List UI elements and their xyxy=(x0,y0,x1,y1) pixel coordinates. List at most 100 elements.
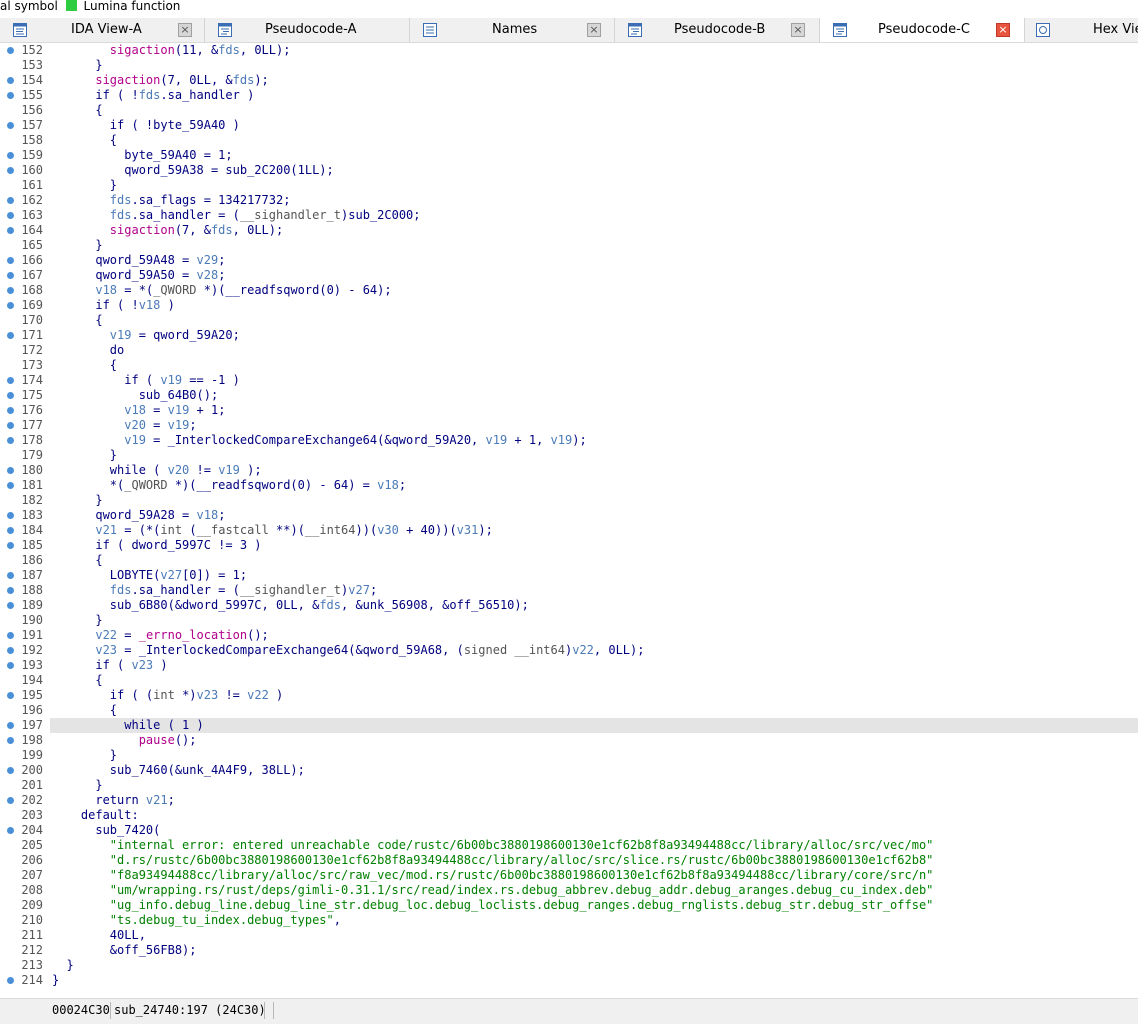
tab-pseudocode-a[interactable]: Pseudocode-A xyxy=(205,18,410,42)
code-text[interactable]: while ( v20 != v19 ); xyxy=(50,463,1138,478)
code-text[interactable]: "um/wrapping.rs/rust/deps/gimli-0.31.1/s… xyxy=(50,883,1138,898)
code-text[interactable]: if ( v19 == -1 ) xyxy=(50,373,1138,388)
code-text[interactable]: pause(); xyxy=(50,733,1138,748)
code-text[interactable]: v21 = (*(int (__fastcall **)(__int64))(v… xyxy=(50,523,1138,538)
code-text[interactable]: if ( !v18 ) xyxy=(50,298,1138,313)
breakpoint-dot-icon[interactable] xyxy=(7,122,14,129)
code-line[interactable]: 214} xyxy=(0,973,1138,988)
close-tab-icon[interactable]: × xyxy=(587,23,601,37)
code-text[interactable]: sub_64B0(); xyxy=(50,388,1138,403)
code-line[interactable]: 165 } xyxy=(0,238,1138,253)
code-text[interactable]: v18 = v19 + 1; xyxy=(50,403,1138,418)
code-text[interactable]: if ( !byte_59A40 ) xyxy=(50,118,1138,133)
code-line[interactable]: 178 v19 = _InterlockedCompareExchange64(… xyxy=(0,433,1138,448)
code-text[interactable]: } xyxy=(50,973,1138,988)
code-text[interactable]: if ( dword_5997C != 3 ) xyxy=(50,538,1138,553)
code-line[interactable]: 171 v19 = qword_59A20; xyxy=(0,328,1138,343)
code-line[interactable]: 191 v22 = _errno_location(); xyxy=(0,628,1138,643)
breakpoint-dot-icon[interactable] xyxy=(7,632,14,639)
code-text[interactable]: sub_7460(&unk_4A4F9, 38LL); xyxy=(50,763,1138,778)
code-line[interactable]: 177 v20 = v19; xyxy=(0,418,1138,433)
code-line[interactable]: 195 if ( (int *)v23 != v22 ) xyxy=(0,688,1138,703)
code-text[interactable]: "ts.debug_tu_index.debug_types", xyxy=(50,913,1138,928)
code-text[interactable]: } xyxy=(50,958,1138,973)
breakpoint-dot-icon[interactable] xyxy=(7,167,14,174)
code-text[interactable]: } xyxy=(50,178,1138,193)
code-text[interactable]: &off_56FB8); xyxy=(50,943,1138,958)
code-text[interactable]: v18 = *(_QWORD *)(__readfsqword(0) - 64)… xyxy=(50,283,1138,298)
breakpoint-dot-icon[interactable] xyxy=(7,287,14,294)
breakpoint-dot-icon[interactable] xyxy=(7,692,14,699)
code-line[interactable]: 183 qword_59A28 = v18; xyxy=(0,508,1138,523)
code-text[interactable]: sigaction(11, &fds, 0LL); xyxy=(50,43,1138,58)
breakpoint-dot-icon[interactable] xyxy=(7,407,14,414)
code-text[interactable]: qword_59A48 = v29; xyxy=(50,253,1138,268)
code-text[interactable]: "d.rs/rustc/6b00bc3880198600130e1cf62b8f… xyxy=(50,853,1138,868)
code-line[interactable]: 185 if ( dword_5997C != 3 ) xyxy=(0,538,1138,553)
code-text[interactable]: v19 = _InterlockedCompareExchange64(&qwo… xyxy=(50,433,1138,448)
breakpoint-dot-icon[interactable] xyxy=(7,722,14,729)
close-tab-icon[interactable]: × xyxy=(791,23,805,37)
code-text[interactable]: { xyxy=(50,358,1138,373)
breakpoint-dot-icon[interactable] xyxy=(7,422,14,429)
code-text[interactable]: qword_59A38 = sub_2C200(1LL); xyxy=(50,163,1138,178)
code-line[interactable]: 198 pause(); xyxy=(0,733,1138,748)
code-line[interactable]: 208 "um/wrapping.rs/rust/deps/gimli-0.31… xyxy=(0,883,1138,898)
code-line[interactable]: 187 LOBYTE(v27[0]) = 1; xyxy=(0,568,1138,583)
code-text[interactable]: v19 = qword_59A20; xyxy=(50,328,1138,343)
code-line[interactable]: 179 } xyxy=(0,448,1138,463)
breakpoint-dot-icon[interactable] xyxy=(7,92,14,99)
breakpoint-dot-icon[interactable] xyxy=(7,377,14,384)
breakpoint-dot-icon[interactable] xyxy=(7,77,14,84)
code-line[interactable]: 188 fds.sa_handler = (__sighandler_t)v27… xyxy=(0,583,1138,598)
code-line[interactable]: 152 sigaction(11, &fds, 0LL); xyxy=(0,43,1138,58)
code-line[interactable]: 190 } xyxy=(0,613,1138,628)
code-line[interactable]: 162 fds.sa_flags = 134217732; xyxy=(0,193,1138,208)
code-line[interactable]: 166 qword_59A48 = v29; xyxy=(0,253,1138,268)
close-tab-icon[interactable]: × xyxy=(178,23,192,37)
code-text[interactable]: { xyxy=(50,313,1138,328)
code-text[interactable]: "internal error: entered unreachable cod… xyxy=(50,838,1138,853)
code-line[interactable]: 174 if ( v19 == -1 ) xyxy=(0,373,1138,388)
code-line[interactable]: 213 } xyxy=(0,958,1138,973)
code-line[interactable]: 167 qword_59A50 = v28; xyxy=(0,268,1138,283)
breakpoint-dot-icon[interactable] xyxy=(7,332,14,339)
code-text[interactable]: "ug_info.debug_line.debug_line_str.debug… xyxy=(50,898,1138,913)
code-text[interactable]: sub_6B80(&dword_5997C, 0LL, &fds, &unk_5… xyxy=(50,598,1138,613)
code-line[interactable]: 211 40LL, xyxy=(0,928,1138,943)
breakpoint-dot-icon[interactable] xyxy=(7,257,14,264)
breakpoint-dot-icon[interactable] xyxy=(7,512,14,519)
code-line[interactable]: 196 { xyxy=(0,703,1138,718)
tab-pseudocode-b[interactable]: Pseudocode-B × xyxy=(615,18,820,42)
code-text[interactable]: sigaction(7, 0LL, &fds); xyxy=(50,73,1138,88)
code-line[interactable]: 209 "ug_info.debug_line.debug_line_str.d… xyxy=(0,898,1138,913)
code-line[interactable]: 202 return v21; xyxy=(0,793,1138,808)
code-line[interactable]: 153 } xyxy=(0,58,1138,73)
code-text[interactable]: { xyxy=(50,133,1138,148)
breakpoint-dot-icon[interactable] xyxy=(7,827,14,834)
code-text[interactable]: } xyxy=(50,613,1138,628)
code-text[interactable]: LOBYTE(v27[0]) = 1; xyxy=(50,568,1138,583)
breakpoint-dot-icon[interactable] xyxy=(7,797,14,804)
breakpoint-dot-icon[interactable] xyxy=(7,212,14,219)
code-line[interactable]: 175 sub_64B0(); xyxy=(0,388,1138,403)
code-line[interactable]: 200 sub_7460(&unk_4A4F9, 38LL); xyxy=(0,763,1138,778)
code-text[interactable]: } xyxy=(50,778,1138,793)
code-text[interactable]: } xyxy=(50,748,1138,763)
code-line[interactable]: 172 do xyxy=(0,343,1138,358)
code-line[interactable]: 161 } xyxy=(0,178,1138,193)
code-line[interactable]: 205 "internal error: entered unreachable… xyxy=(0,838,1138,853)
pseudocode-editor[interactable]: 152 sigaction(11, &fds, 0LL); 153 } 154 si… xyxy=(0,42,1138,997)
code-text[interactable]: byte_59A40 = 1; xyxy=(50,148,1138,163)
code-text[interactable]: "f8a93494488cc/library/alloc/src/raw_vec… xyxy=(50,868,1138,883)
breakpoint-dot-icon[interactable] xyxy=(7,767,14,774)
breakpoint-dot-icon[interactable] xyxy=(7,602,14,609)
breakpoint-dot-icon[interactable] xyxy=(7,467,14,474)
code-line[interactable]: 160 qword_59A38 = sub_2C200(1LL); xyxy=(0,163,1138,178)
breakpoint-dot-icon[interactable] xyxy=(7,527,14,534)
tab-ida-view-a[interactable]: IDA View-A × xyxy=(0,18,205,42)
code-line[interactable]: 194 { xyxy=(0,673,1138,688)
code-line[interactable]: 189 sub_6B80(&dword_5997C, 0LL, &fds, &u… xyxy=(0,598,1138,613)
code-line[interactable]: 158 { xyxy=(0,133,1138,148)
code-line[interactable]: 206 "d.rs/rustc/6b00bc3880198600130e1cf6… xyxy=(0,853,1138,868)
